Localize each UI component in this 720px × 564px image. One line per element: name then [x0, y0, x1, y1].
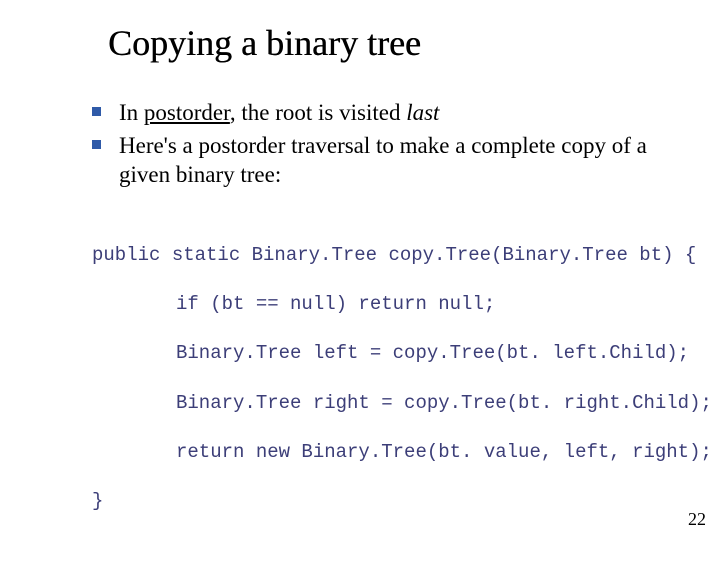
- slide-title: Copying a binary tree: [108, 24, 692, 64]
- code-line: }: [92, 489, 692, 514]
- bullet-text: Here's a postorder traversal to make a c…: [119, 131, 672, 190]
- bullet-pre: Here's a postorder traversal to make a c…: [119, 133, 647, 187]
- bullet-text: In postorder, the root is visited last: [119, 98, 439, 127]
- code-line: public static Binary.Tree copy.Tree(Bina…: [92, 243, 692, 268]
- bullet-pre: In: [119, 100, 144, 125]
- bullet-list: In postorder, the root is visited last H…: [92, 98, 672, 190]
- bullet-item: Here's a postorder traversal to make a c…: [92, 131, 672, 190]
- code-block: public static Binary.Tree copy.Tree(Bina…: [92, 218, 692, 564]
- code-line: if (bt == null) return null;: [176, 292, 692, 317]
- bullet-mid: , the root is visited: [230, 100, 406, 125]
- bullet-square-icon: [92, 107, 101, 116]
- bullet-item: In postorder, the root is visited last: [92, 98, 672, 127]
- code-line: Binary.Tree left = copy.Tree(bt. left.Ch…: [176, 341, 692, 366]
- code-line: return new Binary.Tree(bt. value, left, …: [176, 440, 692, 465]
- page-number: 22: [688, 509, 706, 530]
- bullet-italic: last: [406, 100, 439, 125]
- bullet-underline: postorder: [144, 100, 230, 125]
- code-line: Binary.Tree right = copy.Tree(bt. right.…: [176, 391, 692, 416]
- slide-title-text: Copying a binary tree: [108, 23, 421, 63]
- bullet-square-icon: [92, 140, 101, 149]
- slide: Copying a binary tree In postorder, the …: [0, 0, 720, 540]
